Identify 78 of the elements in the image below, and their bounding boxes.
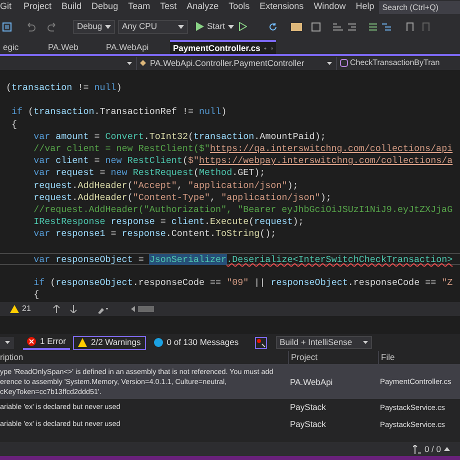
code-line: if (responseObject.responseCode == "09" || responseObject.responseCode == "Z — [32, 277, 453, 290]
caret-icon[interactable] — [127, 62, 132, 64]
menu-item[interactable]: Project — [18, 0, 57, 14]
caret-icon[interactable] — [178, 24, 184, 28]
code-line: var client = new RestClient($"https://webpay.interswitchng.com/collections/a — [32, 155, 453, 168]
menu-item[interactable]: Extensions — [254, 0, 309, 14]
menu-item[interactable]: Tools — [224, 0, 255, 14]
file-tab[interactable]: PaymentController.cs — [170, 40, 276, 54]
play-icon[interactable] — [196, 22, 204, 31]
column-header[interactable]: File — [378, 351, 460, 364]
filter-dropdown[interactable] — [0, 336, 14, 348]
code-line: //request.AddHeader("Authorization", "Bearer eyJhbGciOiJSUzI1NiJ9.eyJtZXJjaG — [32, 204, 453, 216]
code-line: var request = new RestRequest(Method.GET); — [32, 167, 266, 180]
menu-item[interactable]: Build — [56, 0, 87, 14]
menu-item[interactable]: Help — [350, 0, 380, 14]
list-icon[interactable] — [2, 22, 12, 32]
align-icon[interactable] — [332, 22, 344, 32]
column-header[interactable]: ription — [0, 351, 288, 364]
warning-icon[interactable] — [10, 305, 19, 313]
code-line: (transaction != null) — [6, 82, 122, 94]
play-outline-icon[interactable] — [238, 22, 247, 31]
menu-item[interactable]: Debug — [86, 0, 124, 14]
caret-icon[interactable] — [362, 341, 368, 344]
scrollbar-thumb[interactable] — [138, 306, 154, 312]
scroll-left-icon[interactable] — [130, 306, 135, 312]
up-arrow-icon[interactable] — [52, 305, 60, 313]
search-field[interactable]: Search (Ctrl+Q) — [379, 0, 460, 14]
warning-count: 21 — [22, 303, 31, 315]
code-line: if (transaction.TransactionRef != null) — [10, 106, 227, 119]
scope-dropdown[interactable]: Build + IntelliSense — [276, 336, 372, 349]
filter-toggle[interactable]: 2/2 Warnings — [72, 336, 146, 350]
code-line: IRestResponse response = client.Execute(request); — [32, 216, 304, 228]
file-tab[interactable]: egic — [0, 40, 45, 54]
project-cell-text: PayStack — [289, 418, 327, 430]
menu-item[interactable]: Window — [308, 0, 351, 14]
info-icon[interactable] — [154, 338, 163, 347]
filter-icon[interactable] — [254, 336, 267, 348]
refresh-icon[interactable] — [268, 22, 278, 32]
code-line: request.AddHeader("Accept", "application/json"); — [32, 180, 298, 192]
caret-icon[interactable] — [105, 24, 111, 28]
code-line: { — [10, 118, 18, 131]
menu-item[interactable]: Analyze — [182, 0, 224, 14]
configuration-dropdown[interactable]: Debug — [73, 20, 115, 34]
column-header[interactable]: Project — [288, 351, 378, 364]
code-line: request.AddHeader("Content-Type", "application/json"); — [32, 192, 332, 204]
code-line: var response1 = response.Content.ToString(); — [32, 228, 276, 240]
caret-icon[interactable] — [327, 62, 332, 64]
warning-icon[interactable] — [78, 338, 87, 347]
file-tab[interactable]: PA.WebApi — [103, 40, 170, 54]
undo-icon[interactable] — [25, 22, 36, 32]
file-tab[interactable]: PA.Web — [45, 40, 103, 54]
menu-item[interactable]: Test — [155, 0, 182, 14]
redo-icon[interactable] — [47, 22, 58, 32]
up-caret-icon[interactable] — [444, 447, 450, 451]
project-cell-text: PA.WebApi — [289, 376, 334, 388]
filter-toggle[interactable]: 0 of 130 Messages — [148, 336, 244, 350]
down-arrow-icon[interactable] — [70, 305, 77, 313]
method-icon[interactable] — [340, 59, 348, 67]
indent-icon[interactable] — [346, 22, 357, 32]
caret-icon[interactable] — [228, 24, 234, 28]
project-cell-text: PayStack — [289, 401, 327, 414]
start-button[interactable]: Start — [196, 20, 225, 33]
caret-icon[interactable] — [4, 341, 10, 344]
list-icon[interactable] — [368, 22, 378, 32]
code-line: var amount = Convert.ToInt32(transaction.AmountPaid); — [32, 130, 326, 143]
error-icon[interactable] — [27, 337, 36, 346]
menu-item[interactable]: Team — [123, 0, 156, 14]
code-line: var responseObject = JsonSerializer.Deserialize<InterSwitchCheckTransaction> — [32, 254, 453, 266]
platform-dropdown[interactable]: Any CPU — [118, 20, 188, 34]
menu-item[interactable]: Git — [0, 0, 19, 14]
window-icon[interactable] — [310, 22, 321, 32]
class-icon[interactable] — [139, 58, 148, 68]
code-line: //var client = new RestClient($"https://qa.interswitchng.com/collections/api — [32, 142, 453, 156]
sort-icon[interactable] — [413, 444, 422, 454]
position-text: 0 / 0 — [424, 442, 441, 456]
error-row[interactable] — [0, 365, 460, 399]
code-line: { — [32, 289, 40, 302]
outline-icon[interactable] — [380, 22, 392, 32]
